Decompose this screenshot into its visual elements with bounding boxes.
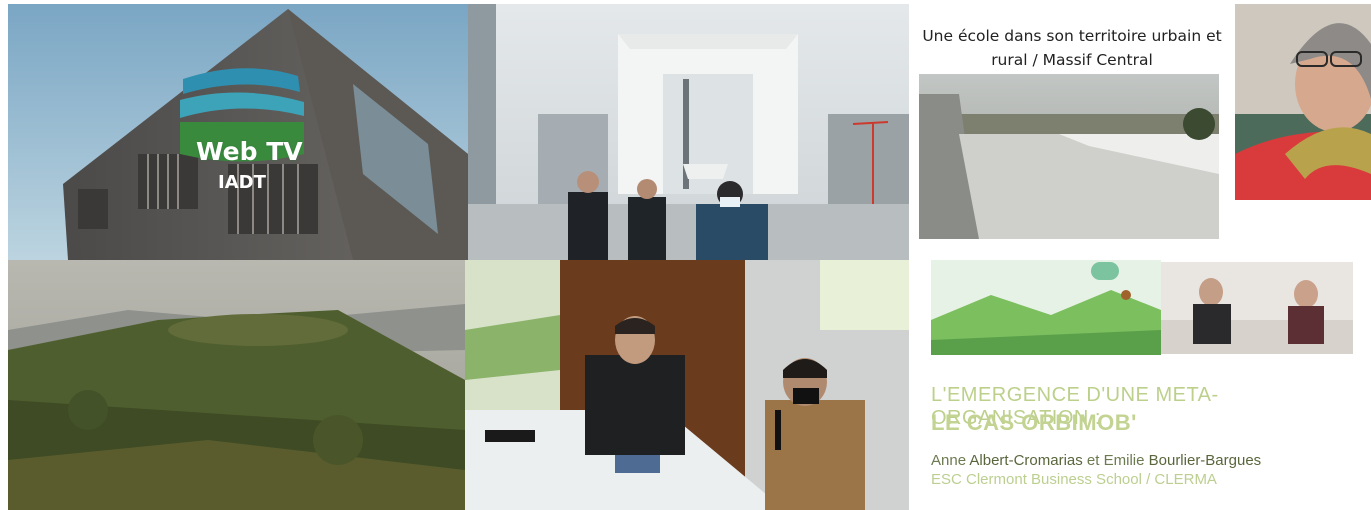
presentation-authors: Anne Albert-Cromarias et Emilie Bourlier… [931, 452, 1261, 469]
slide-tile-territory: Une école dans son territoire urbain et … [909, 4, 1235, 260]
video-tile-building: Web TV IADT [8, 4, 468, 260]
conference-image [465, 260, 909, 510]
video-tile-grande-arche [468, 4, 909, 260]
slide-title-territory: Une école dans son territoire urbain et … [922, 27, 1222, 69]
web-tv-logo-text: Web TV [196, 137, 303, 166]
speaker-webcam-image [1235, 4, 1371, 200]
webcam-gap [1235, 200, 1371, 260]
presentation-title-line2: LE CAS ORBIMOB' [931, 410, 1137, 435]
author-first-name-1: Anne [931, 452, 967, 469]
video-tile-volcano [8, 260, 465, 510]
webcam-tile-speaker [1235, 4, 1371, 200]
author-first-name-2: Emilie [1103, 452, 1145, 469]
author-last-name-1: Albert-Cromarias [969, 452, 1083, 469]
building-image [8, 4, 468, 260]
terrace-photo [919, 74, 1219, 239]
video-tile-conference [465, 260, 909, 510]
author-last-name-2: Bourlier-Bargues [1148, 452, 1262, 469]
authors-and: et [1086, 452, 1100, 469]
volcano-landscape-image [8, 260, 465, 510]
presentation-school: ESC Clermont Business School / CLERMA [931, 471, 1217, 488]
iadt-logo-text: IADT [218, 172, 266, 193]
poster-thumbnail [931, 260, 1161, 355]
slide-tile-orbimob: L'EMERGENCE D'UNE META-ORGANISATION : LE… [909, 260, 1371, 510]
speakers-thumbnail [1161, 262, 1353, 354]
grande-arche-image [468, 4, 909, 260]
